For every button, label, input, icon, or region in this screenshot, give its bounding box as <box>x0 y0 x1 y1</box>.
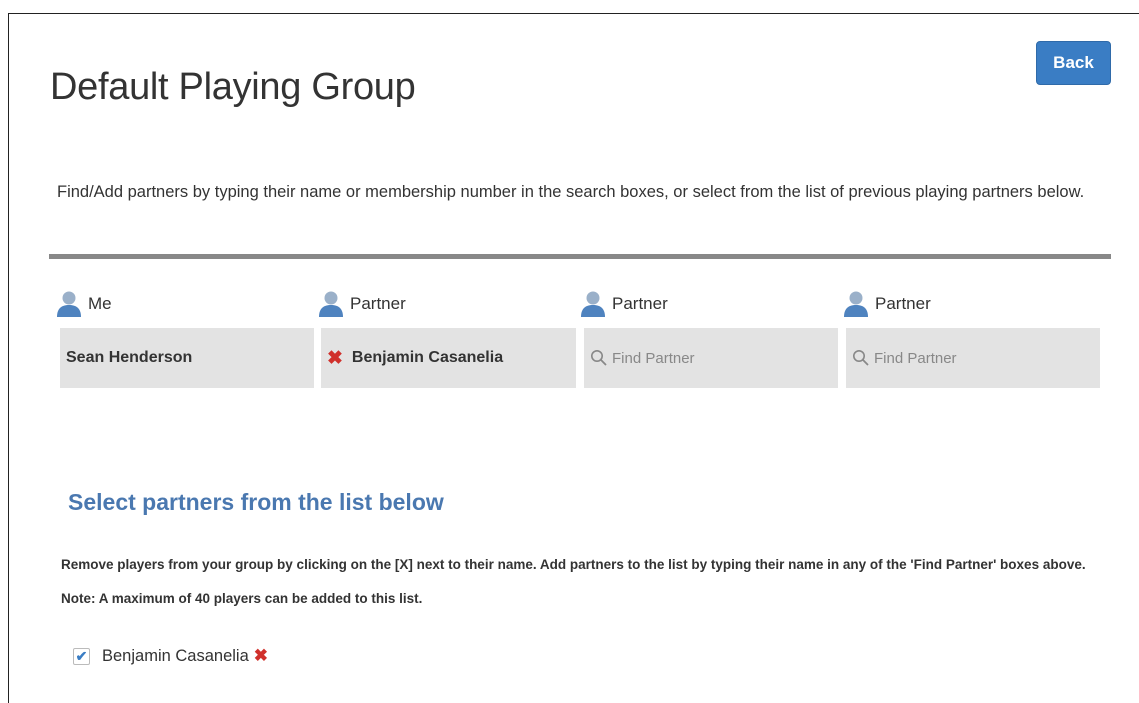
slot-partner-1: ✖ Benjamin Casanelia <box>321 328 576 388</box>
slot-header-label: Me <box>88 294 112 313</box>
player-name: Sean Henderson <box>66 349 193 366</box>
person-icon <box>844 291 868 317</box>
slot-header-me: Me <box>56 290 112 318</box>
slot-header-partner-3: Partner <box>843 290 931 318</box>
close-icon[interactable]: ✖ <box>254 646 268 666</box>
page-title: Default Playing Group <box>50 66 416 108</box>
list-item-name: Benjamin Casanelia <box>102 646 249 665</box>
slot-header-label: Partner <box>350 294 406 313</box>
list-item: ✔ Benjamin Casanelia ✖ <box>73 641 268 671</box>
search-icon <box>853 350 869 366</box>
intro-text: Find/Add partners by typing their name o… <box>57 183 1085 201</box>
slot-partner-3[interactable] <box>846 328 1100 388</box>
person-icon <box>57 291 81 317</box>
person-icon <box>581 291 605 317</box>
back-button[interactable]: Back <box>1036 41 1111 85</box>
slot-header-partner-1: Partner <box>318 290 406 318</box>
partner-list: ✔ Benjamin Casanelia ✖ <box>73 641 268 671</box>
partner-name: Benjamin Casanelia <box>351 349 504 366</box>
slot-partner-2[interactable] <box>584 328 838 388</box>
find-partner-input[interactable] <box>612 349 812 367</box>
instructions-text: Remove players from your group by clicki… <box>61 557 1086 606</box>
close-icon[interactable]: ✖ <box>327 349 343 368</box>
search-icon <box>591 350 607 366</box>
slot-header-partner-2: Partner <box>580 290 668 318</box>
find-partner-input[interactable] <box>874 349 1074 367</box>
check-icon: ✔ <box>75 648 88 664</box>
slot-me: Sean Henderson <box>60 328 314 388</box>
slot-header-label: Partner <box>612 294 668 313</box>
section-divider <box>49 254 1111 259</box>
partner-checkbox[interactable]: ✔ <box>73 647 90 665</box>
select-partners-heading: Select partners from the list below <box>68 489 444 515</box>
slot-header-label: Partner <box>875 294 931 313</box>
person-icon <box>319 291 343 317</box>
